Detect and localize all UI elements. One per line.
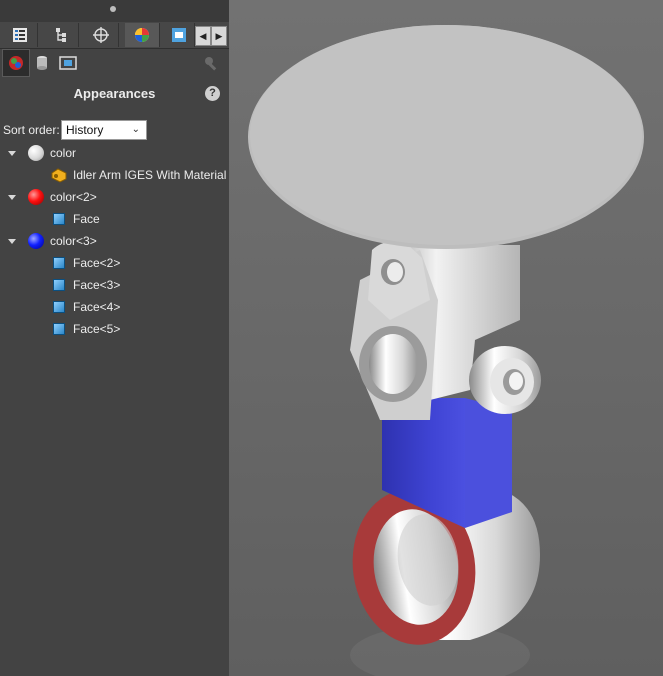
scroll-right-arrow[interactable]: ▶ <box>211 26 227 46</box>
tab-property-manager[interactable] <box>44 23 79 47</box>
tree-item-label: color <box>50 146 77 160</box>
red-sphere-icon <box>28 189 44 205</box>
tree-item-part[interactable]: Idler Arm IGES With Material <box>50 165 226 185</box>
cam-icon <box>172 28 186 42</box>
blue-sphere-icon <box>28 233 44 249</box>
tree-item-face-4[interactable]: Face<4> <box>53 297 120 317</box>
tree-item-face-3[interactable]: Face<3> <box>53 275 120 295</box>
tab-display-manager[interactable] <box>125 23 160 47</box>
feature-tree-icon <box>13 28 27 42</box>
collapse-color3-icon[interactable] <box>8 239 16 244</box>
scene-icon <box>59 56 77 70</box>
tree-item-label: Idler Arm IGES With Material <box>73 168 227 182</box>
tree-item-label: color<3> <box>50 234 97 248</box>
sort-order-label: Sort order: <box>3 123 60 137</box>
scenes-view-button[interactable] <box>54 49 82 77</box>
face-icon <box>53 279 65 291</box>
tree-item-label: color<2> <box>50 190 97 204</box>
tab-cam-manager[interactable] <box>164 23 195 47</box>
tab-configuration-manager[interactable] <box>84 23 119 47</box>
face-icon <box>53 213 65 225</box>
tree-item-face-5[interactable]: Face<5> <box>53 319 120 339</box>
face-icon <box>53 323 65 335</box>
tree-item-color-2[interactable]: color<2> <box>28 187 97 207</box>
face-icon <box>53 301 65 313</box>
appearances-panel: ◀ ▶ Appearances ? Sort order: History ⌄ … <box>0 0 229 676</box>
tree-item-label: Face <box>73 212 100 226</box>
white-sphere-icon <box>28 145 44 161</box>
appearances-icon <box>9 56 23 70</box>
tree-item-face[interactable]: Face <box>53 209 100 229</box>
face-icon <box>53 257 65 269</box>
model-render <box>248 25 644 676</box>
grip-icon[interactable] <box>110 6 116 12</box>
panel-drag-strip[interactable] <box>0 0 229 22</box>
tree-item-label: Face<5> <box>73 322 121 336</box>
property-manager-icon <box>56 28 66 42</box>
cylinder-icon <box>37 56 47 70</box>
settings-button[interactable] <box>197 49 225 77</box>
crosshair-icon <box>93 27 109 43</box>
tree-item-color-3[interactable]: color<3> <box>28 231 97 251</box>
chevron-down-icon: ⌄ <box>131 124 140 135</box>
collapse-color2-icon[interactable] <box>8 195 16 200</box>
part-icon <box>51 168 67 183</box>
tree-item-label: Face<2> <box>73 256 121 270</box>
graphics-viewport[interactable] <box>229 0 663 676</box>
sort-order-value: History <box>66 123 104 137</box>
tree-item-label: Face<4> <box>73 300 121 314</box>
collapse-color-icon[interactable] <box>8 151 16 156</box>
appearances-view-button[interactable] <box>2 49 30 77</box>
tree-item-label: Face<3> <box>73 278 121 292</box>
appearance-sphere-icon <box>135 28 149 42</box>
tree-item-color[interactable]: color <box>28 143 76 163</box>
help-icon[interactable]: ? <box>205 86 220 101</box>
panel-title: Appearances <box>73 86 156 101</box>
manager-tabs: ◀ ▶ <box>0 22 229 49</box>
sort-order-select[interactable]: History ⌄ <box>61 120 147 140</box>
scroll-left-arrow[interactable]: ◀ <box>195 26 211 46</box>
decals-view-button[interactable] <box>28 49 56 77</box>
wrench-icon <box>205 57 217 71</box>
tree-item-face-2[interactable]: Face<2> <box>53 253 120 273</box>
tab-feature-manager[interactable] <box>3 23 38 47</box>
